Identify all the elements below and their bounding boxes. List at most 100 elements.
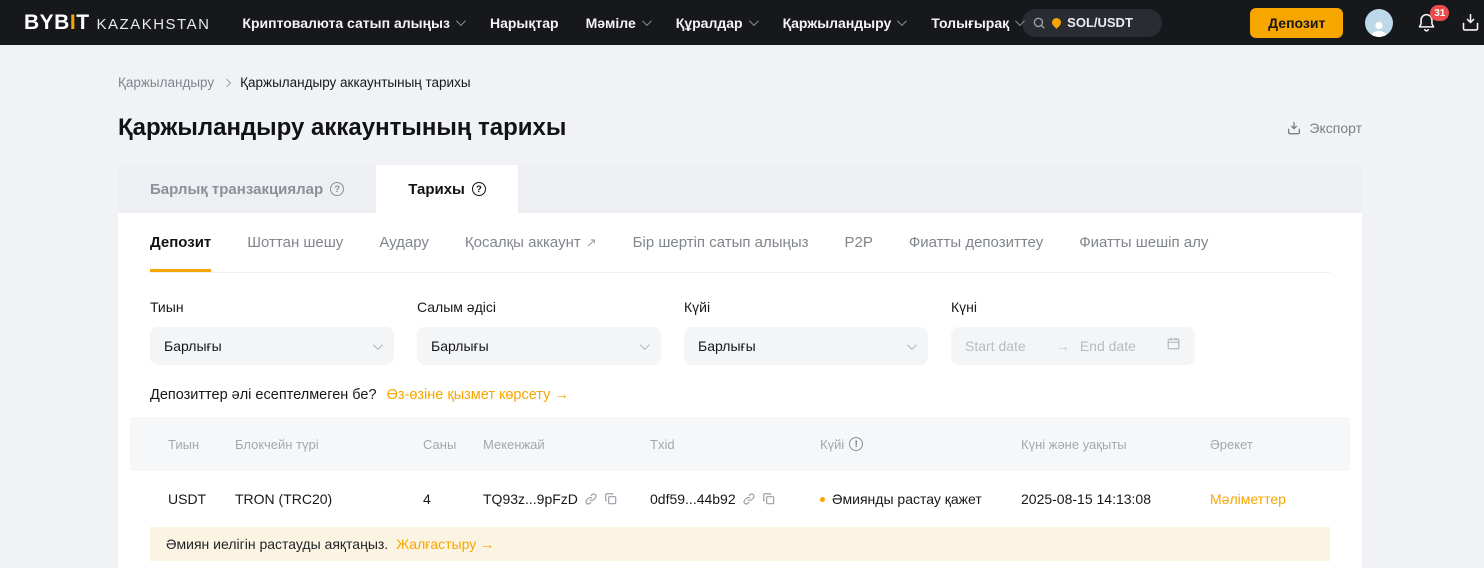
deposit-helper-row: Депозиттер әлі есептелмеген бе? Өз-өзіне…: [150, 387, 1330, 403]
navbar-icons: 31: [1365, 9, 1484, 37]
main-menu: Криптовалюта сатып алыңыз Нарықтар Мәміл…: [242, 15, 1022, 31]
content-card: Депозит Шоттан шешу Аудару Қосалқы аккау…: [118, 213, 1362, 568]
end-date-placeholder: End date: [1080, 338, 1156, 354]
table-header-row: Тиын Блокчейн түрі Саны Мекенжай Txid Кү…: [130, 417, 1350, 471]
downloads-button[interactable]: [1460, 12, 1481, 33]
subtab-label: Қосалқы аккаунт: [465, 234, 581, 251]
user-icon: [1369, 19, 1389, 37]
menu-item-buy-crypto[interactable]: Криптовалюта сатып алыңыз: [242, 15, 463, 31]
download-icon: [1460, 12, 1481, 33]
logo-text: BYB: [24, 11, 70, 34]
continue-link[interactable]: Жалғастыру →: [396, 536, 494, 552]
txid-link-icon[interactable]: [742, 492, 756, 506]
page: Қаржыландыру Қаржыландыру аккаунтының та…: [0, 45, 1484, 568]
menu-item-tools[interactable]: Құралдар: [676, 15, 756, 31]
coin-select[interactable]: Барлығы: [150, 327, 394, 365]
subtab-one-click-buy[interactable]: Бір шертіп сатып алыңыз: [633, 213, 809, 272]
start-date-placeholder: Start date: [965, 338, 1046, 354]
coin-filter-label: Тиын: [150, 299, 394, 315]
menu-label: Құралдар: [676, 15, 743, 31]
subtab-transfer[interactable]: Аудару: [379, 213, 429, 272]
cell-address: TQ93z...9pFzD: [483, 491, 578, 507]
method-filter-label: Салым әдісі: [417, 299, 661, 315]
subtab-p2p[interactable]: P2P: [844, 213, 872, 272]
header-address: Мекенжай: [483, 437, 650, 452]
bybit-logo[interactable]: BYBIT KAZAKHSTAN: [24, 11, 210, 35]
menu-item-trade[interactable]: Мәміле: [586, 15, 649, 31]
menu-label: Криптовалюта сатып алыңыз: [242, 15, 450, 31]
helper-question: Депозиттер әлі есептелмеген бе?: [150, 387, 377, 403]
avatar[interactable]: [1365, 9, 1393, 37]
banner-text: Әмиян иелігін растауды аяқтаңыз.: [166, 536, 388, 552]
subtab-fiat-withdraw[interactable]: Фиатты шешіп алу: [1079, 213, 1208, 272]
breadcrumb: Қаржыландыру Қаржыландыру аккаунтының та…: [118, 45, 1362, 90]
cell-chain: TRON (TRC20): [235, 491, 423, 507]
subtab-label: Депозит: [150, 234, 211, 251]
header-amount: Саны: [423, 437, 483, 452]
tab-history[interactable]: Тарихы ?: [376, 165, 518, 213]
wallet-verify-banner: Әмиян иелігін растауды аяқтаңыз. Жалғаст…: [150, 527, 1330, 561]
chevron-down-icon: [640, 340, 650, 350]
method-select[interactable]: Барлығы: [417, 327, 661, 365]
range-arrow-icon: →: [1056, 338, 1070, 354]
chevron-down-icon: [749, 16, 759, 26]
subtab-fiat-deposit[interactable]: Фиатты депозиттеу: [909, 213, 1043, 272]
calendar-icon: [1166, 336, 1181, 356]
date-range-picker[interactable]: Start date → End date: [951, 327, 1195, 365]
tab-strip: Барлық транзакциялар ? Тарихы ?: [118, 165, 1362, 213]
deposit-button[interactable]: Депозит: [1250, 8, 1343, 38]
breadcrumb-chevron-icon: [223, 78, 231, 86]
subtab-bar: Депозит Шоттан шешу Аудару Қосалқы аккау…: [150, 213, 1330, 273]
menu-label: Толығырақ: [931, 15, 1009, 31]
subtab-subaccount[interactable]: Қосалқы аккаунт↗: [465, 213, 597, 272]
tab-all-transactions[interactable]: Барлық транзакциялар ?: [118, 165, 376, 213]
menu-label: Нарықтар: [490, 15, 559, 31]
address-link-icon[interactable]: [584, 492, 598, 506]
header-txid: Txid: [650, 437, 820, 452]
txid-copy-icon[interactable]: [762, 492, 776, 506]
details-link[interactable]: Мәліметтер: [1210, 491, 1350, 507]
status-select-value: Барлығы: [698, 338, 756, 354]
subtab-label: Бір шертіп сатып алыңыз: [633, 234, 809, 251]
subtab-label: Шоттан шешу: [247, 234, 343, 251]
tab-label: Барлық транзакциялар: [150, 181, 323, 198]
menu-label: Қаржыландыру: [783, 15, 892, 31]
chevron-down-icon: [907, 340, 917, 350]
subtab-withdraw[interactable]: Шоттан шешу: [247, 213, 343, 272]
coin-select-value: Барлығы: [164, 338, 222, 354]
status-dot-icon: [820, 497, 825, 502]
search-icon: [1032, 16, 1046, 30]
menu-item-markets[interactable]: Нарықтар: [490, 15, 559, 31]
breadcrumb-parent[interactable]: Қаржыландыру: [118, 75, 214, 90]
search-input[interactable]: SOL/USDT: [1022, 9, 1162, 37]
subtab-deposit[interactable]: Депозит: [150, 213, 211, 272]
chevron-down-icon: [456, 16, 466, 26]
status-select[interactable]: Барлығы: [684, 327, 928, 365]
info-icon[interactable]: ?: [472, 182, 486, 196]
breadcrumb-current: Қаржыландыру аккаунтының тарихы: [240, 75, 470, 90]
table-row: USDT TRON (TRC20) 4 TQ93z...9pFzD 0df59.…: [130, 471, 1350, 527]
page-title: Қаржыландыру аккаунтының тарихы: [118, 114, 566, 142]
status-info-icon[interactable]: !: [849, 437, 863, 451]
cell-coin: USDT: [168, 491, 235, 507]
address-copy-icon[interactable]: [604, 492, 618, 506]
notifications-button[interactable]: 31: [1416, 12, 1437, 33]
subtab-label: P2P: [844, 234, 872, 251]
logo-text-t: T: [76, 11, 89, 34]
menu-item-finance[interactable]: Қаржыландыру: [783, 15, 905, 31]
navbar-right: SOL/USDT Депозит 31: [1022, 8, 1484, 38]
cell-amount: 4: [423, 491, 483, 507]
logo-region-label: KAZAKHSTAN: [97, 16, 211, 33]
export-button[interactable]: Экспорт: [1286, 120, 1362, 136]
subtab-label: Аудару: [379, 234, 429, 251]
status-filter-label: Күйі: [684, 299, 928, 315]
filter-bar: Тиын Барлығы Салым әдісі Барлығы Күйі: [150, 299, 1330, 365]
header-datetime: Күні және уақыты: [1021, 437, 1210, 452]
subtab-label: Фиатты шешіп алу: [1079, 234, 1208, 251]
cell-datetime: 2025-08-15 14:13:08: [1021, 491, 1210, 507]
export-icon: [1286, 120, 1302, 136]
menu-label: Мәміле: [586, 15, 636, 31]
self-service-link[interactable]: Өз-өзіне қызмет көрсету →: [387, 387, 569, 403]
menu-item-more[interactable]: Толығырақ: [931, 15, 1022, 31]
info-icon[interactable]: ?: [330, 182, 344, 196]
